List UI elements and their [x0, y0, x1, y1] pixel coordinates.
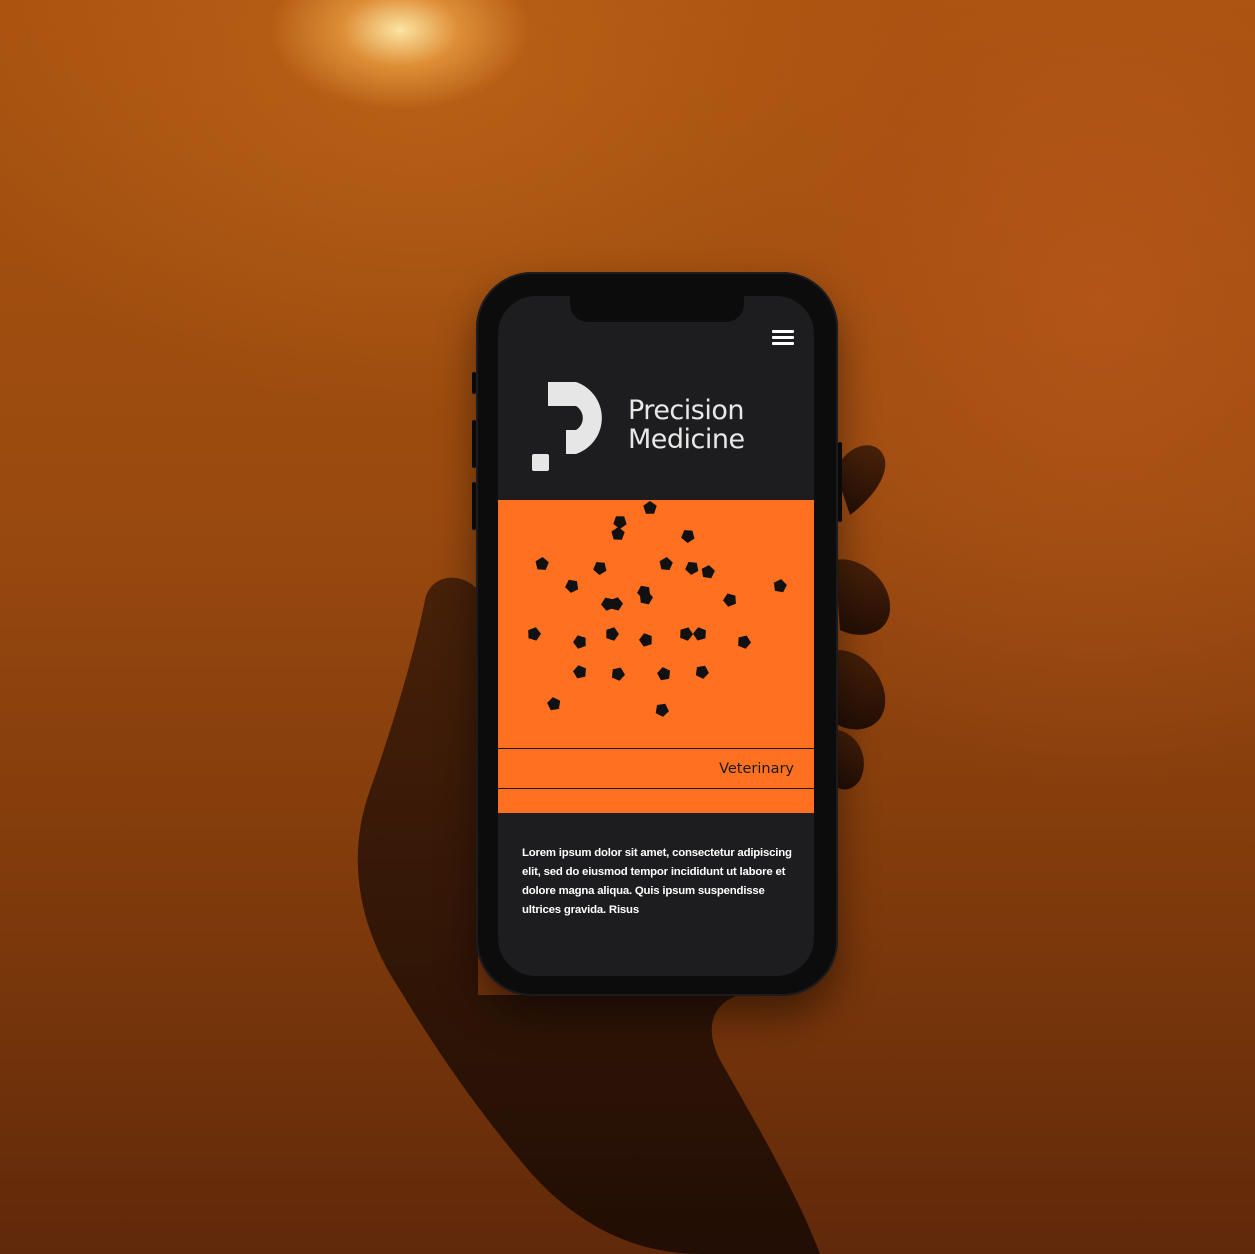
particle-field: [528, 501, 787, 717]
phone-notch: [570, 296, 744, 322]
particle: [738, 635, 751, 649]
particle: [643, 501, 657, 514]
particle: [547, 697, 561, 711]
particle: [659, 557, 673, 571]
particle: [701, 565, 715, 579]
particle: [535, 557, 549, 570]
category-row-veterinary[interactable]: Veterinary: [498, 748, 814, 789]
particle: [680, 627, 693, 641]
photo-background: Precision Medicine Veterinary Lorem ipsu…: [0, 0, 1255, 1254]
particle: [657, 667, 671, 681]
particle: [611, 667, 625, 681]
brand-line-1: Precision: [628, 395, 744, 426]
particle: [565, 579, 579, 593]
particle: [723, 593, 736, 607]
phone-mockup: Precision Medicine Veterinary Lorem ipsu…: [472, 272, 842, 996]
particle: [573, 665, 586, 679]
brand-line-2: Medicine: [628, 424, 745, 455]
particle: [693, 627, 706, 641]
category-row-empty: [498, 788, 814, 813]
particle: [685, 561, 699, 575]
particle: [528, 627, 541, 641]
particle: [593, 562, 607, 575]
phone-volume-up: [472, 420, 476, 468]
particle: [655, 703, 669, 717]
particle: [573, 635, 586, 649]
body-paragraph: Lorem ipsum dolor sit amet, consectetur …: [522, 847, 792, 916]
particle: [681, 530, 695, 543]
hero-particle-banner: [498, 500, 814, 750]
category-label: Veterinary: [719, 761, 794, 777]
precision-medicine-logo-mark: [532, 382, 602, 471]
hamburger-menu-icon[interactable]: [772, 330, 794, 348]
phone-volume-down: [472, 482, 476, 530]
phone-mute-switch: [472, 372, 476, 394]
particle: [613, 516, 627, 529]
phone-screen: Precision Medicine Veterinary Lorem ipsu…: [498, 296, 814, 976]
particle: [611, 527, 625, 540]
phone-power-button: [838, 442, 842, 522]
particle: [773, 579, 787, 593]
particle: [695, 665, 709, 679]
particle: [639, 633, 652, 647]
particle: [606, 627, 619, 641]
brand-name: Precision Medicine: [628, 396, 745, 454]
